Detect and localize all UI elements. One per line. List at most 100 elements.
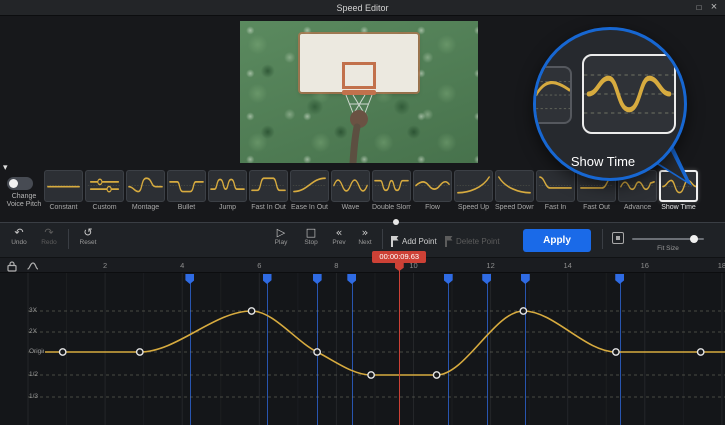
speed-label-1/3: 1/3 — [29, 393, 44, 400]
stop-label: Stop — [296, 239, 326, 247]
ruler-tick-12: 12 — [483, 261, 499, 270]
add-point-flag-icon — [390, 236, 398, 247]
preset-montage[interactable]: Montage — [126, 170, 165, 212]
add-point-button[interactable]: Add Point — [390, 235, 437, 247]
speed-editor-window: Speed Editor □ × ▾ Change Voice Pitch Co… — [0, 0, 725, 425]
toolbar-separator — [602, 229, 603, 249]
preset-bullet[interactable]: Bullet — [167, 170, 206, 212]
preset-label: Show Time — [659, 204, 698, 212]
ruler-tick-16: 16 — [637, 261, 653, 270]
playhead-line — [399, 264, 400, 425]
curve-point[interactable] — [368, 372, 374, 378]
toggle-knob — [9, 179, 18, 188]
preset-fast-in-out[interactable]: Fast In Out — [249, 170, 288, 212]
window-title: Speed Editor — [0, 0, 725, 16]
preset-label: Constant — [44, 204, 83, 212]
speed-label-3X: 3X — [29, 307, 44, 314]
basketball-hoop — [320, 89, 398, 163]
preset-label: Wave — [331, 204, 370, 212]
next-icon: » — [350, 226, 380, 239]
preset-label: Fast In Out — [249, 204, 288, 212]
curve-point[interactable] — [137, 349, 143, 355]
stop-icon: □ — [296, 226, 326, 239]
maximize-icon[interactable]: □ — [691, 0, 707, 16]
preset-thumbnail — [331, 170, 370, 202]
curve-point[interactable] — [314, 349, 320, 355]
preset-label: Bullet — [167, 204, 206, 212]
delete-point-button[interactable]: Delete Point — [444, 235, 500, 247]
preset-label: Custom — [85, 204, 124, 212]
curve-point[interactable] — [697, 349, 703, 355]
preset-thumbnail — [167, 170, 206, 202]
preset-speed-up[interactable]: Speed Up — [454, 170, 493, 212]
apply-button[interactable]: Apply — [523, 229, 591, 252]
redo-button[interactable]: ↷ Redo — [34, 226, 64, 247]
voice-pitch-label-line2: Voice Pitch — [1, 201, 47, 209]
stop-button[interactable]: □ Stop — [296, 226, 326, 247]
ruler-tick-2: 2 — [97, 261, 113, 270]
preset-thumbnail — [126, 170, 165, 202]
reset-button[interactable]: ↺ Reset — [73, 226, 103, 247]
play-button[interactable]: ▷ Play — [266, 226, 296, 247]
preset-jump[interactable]: Jump — [208, 170, 247, 212]
video-preview — [240, 21, 478, 163]
preset-thumbnail — [290, 170, 329, 202]
delete-point-label: Delete Point — [456, 237, 500, 246]
voice-pitch-label: Change Voice Pitch — [1, 193, 47, 209]
preset-thumbnail — [208, 170, 247, 202]
preset-label: Speed Up — [454, 204, 493, 212]
preset-label: Flow — [413, 204, 452, 212]
undo-button[interactable]: ↶ Undo — [4, 226, 34, 247]
fit-size-slider-knob[interactable] — [690, 235, 698, 243]
lock-icon[interactable] — [6, 260, 18, 272]
magnifier-callout: Show Time — [533, 27, 687, 181]
play-icon: ▷ — [266, 226, 296, 239]
toolbar-separator — [68, 229, 69, 249]
preset-speed-down[interactable]: Speed Down — [495, 170, 534, 212]
curve-point[interactable] — [613, 349, 619, 355]
preset-ease-in-out[interactable]: Ease In Out — [290, 170, 329, 212]
next-button[interactable]: » Next — [350, 226, 380, 247]
preset-thumbnail — [454, 170, 493, 202]
fit-size-slider[interactable] — [632, 238, 704, 240]
preset-thumbnail — [536, 170, 575, 202]
preset-label: Fast In — [536, 204, 575, 212]
close-icon[interactable]: × — [706, 0, 722, 16]
preset-wave[interactable]: Wave — [331, 170, 370, 212]
preset-constant[interactable]: Constant — [44, 170, 83, 212]
voice-pitch-toggle[interactable] — [7, 177, 33, 190]
preset-label: Speed Down — [495, 204, 534, 212]
preset-double-slomo[interactable]: Double Slomo — [372, 170, 411, 212]
collapse-arrow-icon[interactable]: ▾ — [3, 163, 8, 173]
curve-mode-icon[interactable] — [26, 260, 39, 272]
speed-label-2X: 2X — [29, 328, 44, 335]
curve-point[interactable] — [520, 308, 526, 314]
fit-size-icon[interactable] — [612, 232, 624, 244]
curve-point[interactable] — [59, 349, 65, 355]
preset-label: Ease In Out — [290, 204, 329, 212]
next-label: Next — [350, 239, 380, 247]
timecode-badge[interactable]: 00:00:09.63 — [372, 251, 426, 263]
ruler-tick-18: 18 — [714, 261, 725, 270]
backboard-inner-square — [342, 62, 376, 89]
preset-thumbnail — [249, 170, 288, 202]
preset-label: Fast Out — [577, 204, 616, 212]
curve-point[interactable] — [433, 372, 439, 378]
preset-flow[interactable]: Flow — [413, 170, 452, 212]
preset-thumbnail — [495, 170, 534, 202]
magnified-neighbor-thumbnail — [533, 66, 572, 124]
curve-point[interactable] — [248, 308, 254, 314]
preset-label: Jump — [208, 204, 247, 212]
timeline-ruler[interactable]: 24681012141618 — [0, 258, 725, 273]
redo-label: Redo — [34, 239, 64, 247]
presets-scrollbar-thumb[interactable] — [393, 219, 399, 225]
ruler-tick-6: 6 — [251, 261, 267, 270]
preset-fast-in[interactable]: Fast In — [536, 170, 575, 212]
speed-curve-chart — [0, 273, 725, 425]
preset-custom[interactable]: Custom — [85, 170, 124, 212]
preset-thumbnail — [372, 170, 411, 202]
speed-label-Original: Original — [29, 348, 44, 355]
preset-label: Montage — [126, 204, 165, 212]
delete-point-flag-icon — [444, 236, 452, 247]
preset-thumbnail — [413, 170, 452, 202]
